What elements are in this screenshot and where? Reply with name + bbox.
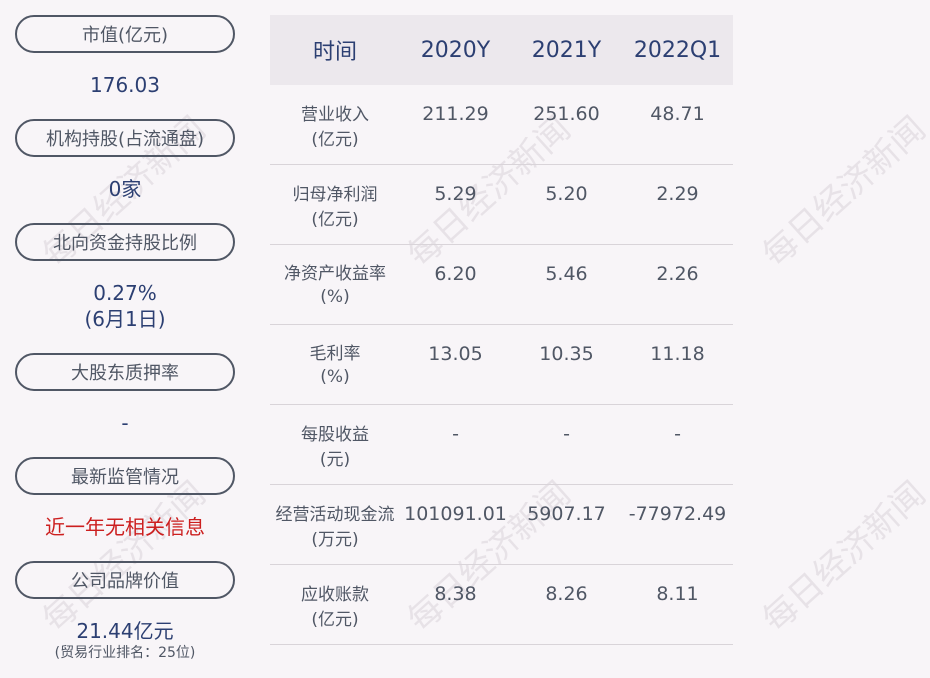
metric-unit: (万元) xyxy=(311,530,359,550)
northbound-ratio-label: 北向资金持股比例 xyxy=(15,223,235,261)
table-row: 应收账款 (亿元) 8.38 8.26 8.11 xyxy=(270,565,733,645)
table-cell: 251.60 xyxy=(533,103,600,125)
pledge-ratio-label: 大股东质押率 xyxy=(15,353,235,391)
financial-table: 时间 2020Y 2021Y 2022Q1 营业收入 (亿元) 211.29 25… xyxy=(270,15,733,645)
metric-name: 应收账款 xyxy=(301,585,369,605)
metric-name: 毛利率 xyxy=(309,344,361,364)
table-cell: 8.38 xyxy=(434,583,477,605)
header-2022q1: 2022Q1 xyxy=(633,37,722,63)
table-cell: -77972.49 xyxy=(628,503,727,525)
metric-unit: (亿元) xyxy=(311,210,359,230)
table-cell: 11.18 xyxy=(650,343,705,365)
row-label: 归母净利润 (亿元) xyxy=(270,165,400,233)
table-cell: - xyxy=(674,423,681,445)
table-cell: 8.26 xyxy=(545,583,588,605)
table-cell: 101091.01 xyxy=(404,503,507,525)
table-cell: 2.26 xyxy=(656,263,699,285)
row-label: 毛利率 (%) xyxy=(270,325,400,389)
metric-name: 经营活动现金流 xyxy=(275,505,395,525)
metric-name: 净资产收益率 xyxy=(284,264,386,284)
table-cell: 211.29 xyxy=(422,103,489,125)
row-label: 净资产收益率 (%) xyxy=(270,245,400,309)
metric-name: 归母净利润 xyxy=(292,185,378,205)
table-cell: 13.05 xyxy=(428,343,483,365)
brand-value-value: 21.44亿元 xyxy=(76,619,174,643)
row-label: 营业收入 (亿元) xyxy=(270,85,400,153)
summary-panel: 市值(亿元) 176.03 机构持股(占流通盘) 0家 北向资金持股比例 0.2… xyxy=(0,0,250,678)
northbound-ratio-date: (6月1日) xyxy=(84,307,166,331)
metric-unit: (%) xyxy=(320,367,350,387)
table-cell: 5.20 xyxy=(545,183,588,205)
table-row: 归母净利润 (亿元) 5.29 5.20 2.29 xyxy=(270,165,733,245)
row-label: 每股收益 (元) xyxy=(270,405,400,473)
table-cell: 48.71 xyxy=(650,103,705,125)
watermark: 每日经济新闻 xyxy=(755,473,930,641)
table-row: 每股收益 (元) - - - xyxy=(270,405,733,485)
table-cell: - xyxy=(452,423,459,445)
brand-value-rank-note: (贸易行业排名：25位) xyxy=(54,645,196,661)
regulation-label: 最新监管情况 xyxy=(15,457,235,495)
metric-unit: (亿元) xyxy=(311,610,359,630)
header-time: 时间 xyxy=(312,40,357,65)
market-cap-label: 市值(亿元) xyxy=(15,15,235,53)
regulation-value: 近一年无相关信息 xyxy=(45,515,205,539)
metric-unit: (亿元) xyxy=(311,130,359,150)
metric-unit: (元) xyxy=(319,450,351,470)
header-2020y: 2020Y xyxy=(420,37,491,63)
table-row: 经营活动现金流 (万元) 101091.01 5907.17 -77972.49 xyxy=(270,485,733,565)
table-cell: 6.20 xyxy=(434,263,477,285)
metric-name: 每股收益 xyxy=(301,425,369,445)
institution-holding-label: 机构持股(占流通盘) xyxy=(15,119,235,157)
watermark: 每日经济新闻 xyxy=(755,108,930,276)
brand-value-label: 公司品牌价值 xyxy=(15,561,235,599)
table-cell: 10.35 xyxy=(539,343,594,365)
row-label: 应收账款 (亿元) xyxy=(270,565,400,633)
header-2021y: 2021Y xyxy=(531,37,602,63)
pledge-ratio-value: - xyxy=(121,411,129,435)
table-row: 净资产收益率 (%) 6.20 5.46 2.26 xyxy=(270,245,733,325)
metric-unit: (%) xyxy=(320,287,350,307)
table-row: 营业收入 (亿元) 211.29 251.60 48.71 xyxy=(270,85,733,165)
table-cell: - xyxy=(563,423,570,445)
table-cell: 5.29 xyxy=(434,183,477,205)
metric-name: 营业收入 xyxy=(301,105,369,125)
table-cell: 8.11 xyxy=(656,583,699,605)
institution-holding-value: 0家 xyxy=(108,177,142,201)
market-cap-value: 176.03 xyxy=(90,73,160,97)
table-cell: 2.29 xyxy=(656,183,699,205)
table-header: 时间 2020Y 2021Y 2022Q1 xyxy=(270,15,733,85)
table-cell: 5.46 xyxy=(545,263,588,285)
table-row: 毛利率 (%) 13.05 10.35 11.18 xyxy=(270,325,733,405)
row-label: 经营活动现金流 (万元) xyxy=(264,485,406,553)
northbound-ratio-value: 0.27% xyxy=(93,281,157,305)
table-cell: 5907.17 xyxy=(527,503,606,525)
